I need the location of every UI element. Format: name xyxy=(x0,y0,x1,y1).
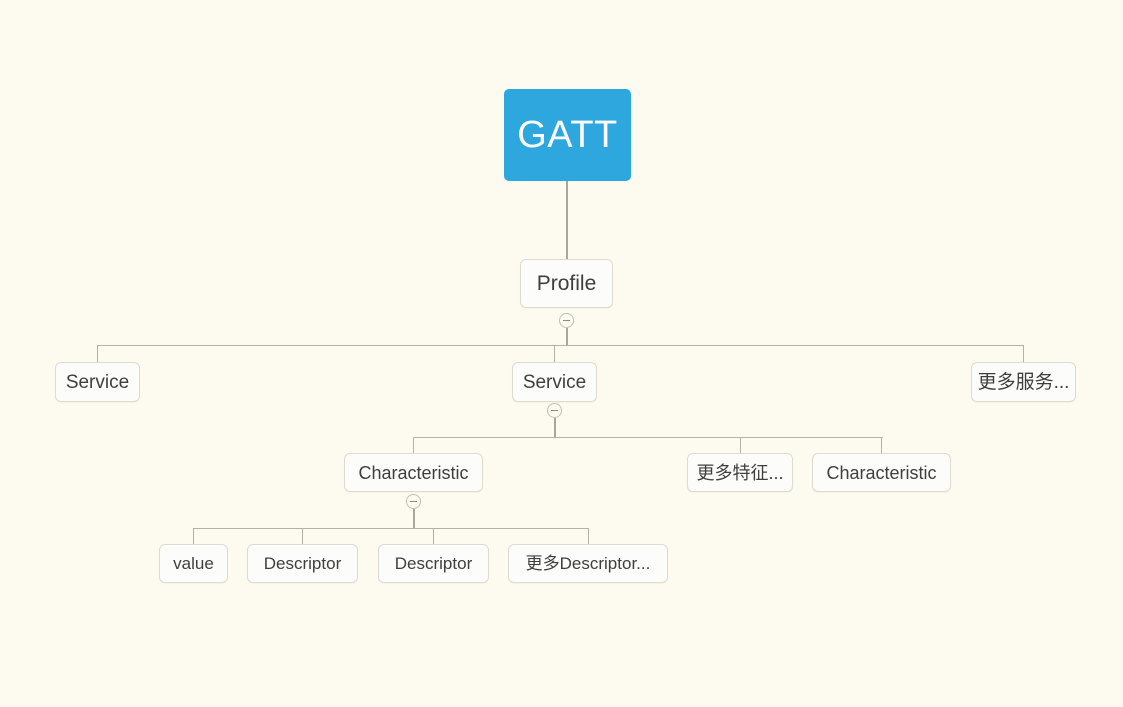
node-service-more-label: 更多服务... xyxy=(977,371,1070,393)
connector-gatt-to-profile xyxy=(566,181,568,259)
node-profile-label: Profile xyxy=(536,272,597,295)
connector-drop-descriptor-more xyxy=(588,528,589,544)
node-characteristic-right-label: Characteristic xyxy=(826,462,937,483)
node-service-mid[interactable]: Service xyxy=(512,362,597,402)
connector-drop-characteristic-right xyxy=(881,437,882,453)
node-descriptor-2[interactable]: Descriptor xyxy=(378,544,489,583)
connector-drop-characteristic-left xyxy=(413,437,414,453)
node-value-label: value xyxy=(173,554,214,573)
node-gatt[interactable]: GATT xyxy=(504,89,631,181)
node-service-more[interactable]: 更多服务... xyxy=(971,362,1076,402)
node-gatt-label: GATT xyxy=(517,114,618,156)
mindmap-canvas: GATT Profile Service Service 更多服务... Cha… xyxy=(0,0,1123,707)
connector-drop-characteristic-more xyxy=(740,437,741,453)
node-value[interactable]: value xyxy=(159,544,228,583)
node-service-left[interactable]: Service xyxy=(55,362,140,402)
node-characteristic-more-label: 更多特征... xyxy=(696,462,784,483)
node-descriptor-more-label: 更多Descriptor... xyxy=(525,554,651,573)
node-service-left-label: Service xyxy=(65,371,130,393)
connector-service-mid-stem xyxy=(554,418,556,437)
node-descriptor-2-label: Descriptor xyxy=(394,554,473,573)
node-descriptor-1-label: Descriptor xyxy=(263,554,342,573)
connector-drop-value xyxy=(193,528,194,544)
node-profile[interactable]: Profile xyxy=(520,259,613,308)
connector-services-bus xyxy=(97,345,1024,346)
node-characteristic-right[interactable]: Characteristic xyxy=(812,453,951,492)
collapse-toggle-characteristic-left[interactable] xyxy=(406,494,421,509)
connector-drop-service-mid xyxy=(554,345,555,363)
connector-drop-descriptor-2 xyxy=(433,528,434,544)
node-characteristic-left[interactable]: Characteristic xyxy=(344,453,483,492)
connector-drop-descriptor-1 xyxy=(302,528,303,544)
node-descriptor-more[interactable]: 更多Descriptor... xyxy=(508,544,668,583)
connector-drop-service-left xyxy=(97,345,98,363)
collapse-toggle-service-mid[interactable] xyxy=(547,403,562,418)
connector-descriptors-bus xyxy=(193,528,589,529)
connector-profile-stem xyxy=(566,328,568,346)
connector-characteristic-left-stem xyxy=(413,509,415,528)
node-service-mid-label: Service xyxy=(522,371,587,393)
collapse-toggle-profile[interactable] xyxy=(559,313,574,328)
connector-drop-service-more xyxy=(1023,345,1024,363)
node-characteristic-left-label: Characteristic xyxy=(358,462,469,483)
connector-characteristics-bus xyxy=(413,437,883,438)
node-characteristic-more[interactable]: 更多特征... xyxy=(687,453,793,492)
node-descriptor-1[interactable]: Descriptor xyxy=(247,544,358,583)
